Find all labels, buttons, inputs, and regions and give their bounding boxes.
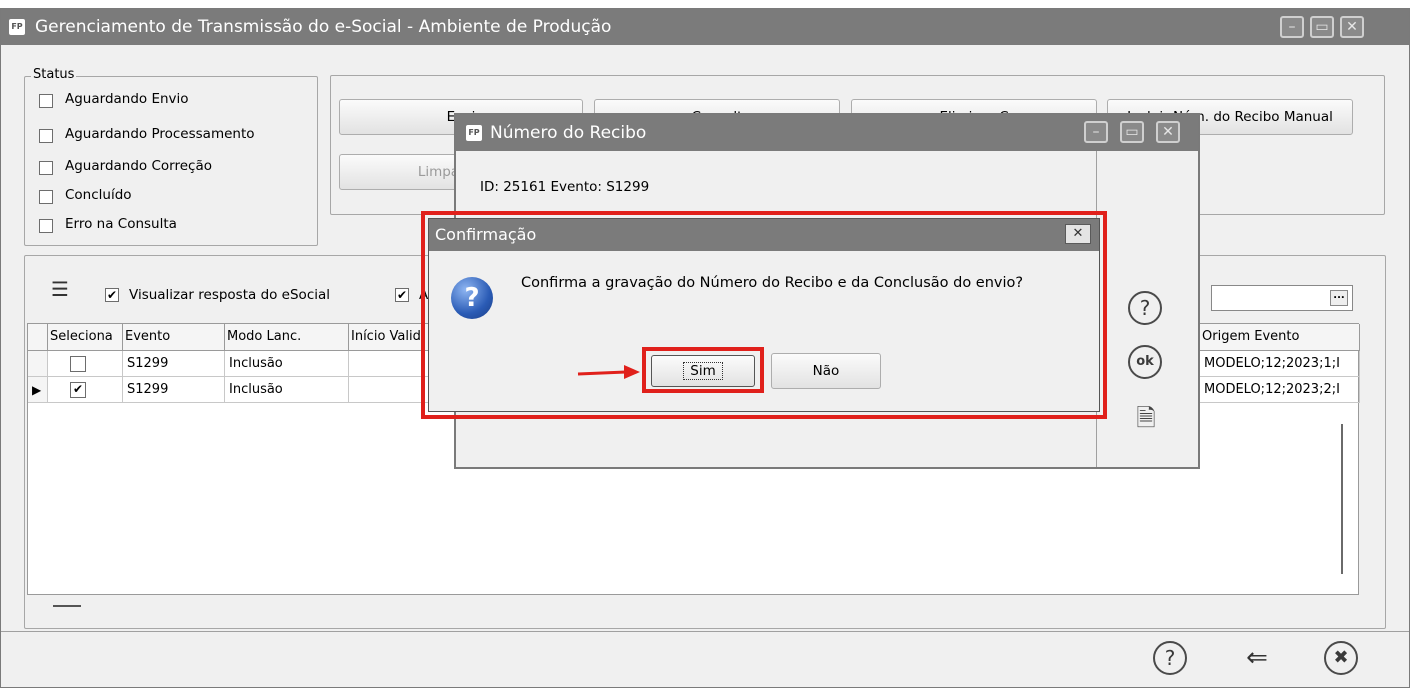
col-header-seleciona[interactable]: Seleciona <box>48 324 123 351</box>
maximize-button[interactable]: ▭ <box>1120 121 1144 143</box>
minimize-button[interactable]: – <box>1084 121 1108 143</box>
help-icon[interactable]: ? <box>1153 641 1187 675</box>
recibo-info: ID: 25161 Evento: S1299 <box>480 179 650 195</box>
exit-icon[interactable]: ✖ <box>1324 641 1358 675</box>
col-header-modo-lanc[interactable]: Modo Lanc. <box>225 324 349 351</box>
row-indicator <box>28 351 48 377</box>
table-cell-modo: Inclusão <box>225 351 349 377</box>
table-cell-origem: MODELO;12;2023;1;I <box>1200 351 1360 377</box>
table-cell-modo: Inclusão <box>225 377 349 403</box>
close-button[interactable]: ✕ <box>1156 121 1180 143</box>
status-legend: Status <box>31 67 77 82</box>
table-row-select-cell[interactable]: ✔ <box>48 377 123 403</box>
filter-combo[interactable]: ... <box>1211 285 1353 311</box>
window-title: Gerenciamento de Transmissão do e-Social… <box>35 17 612 37</box>
checkbox[interactable] <box>39 94 53 108</box>
back-arrow-icon[interactable]: ⇐ <box>1237 641 1277 675</box>
sim-highlight-box <box>642 347 764 393</box>
col-header-inicio-validade[interactable]: Início Valid <box>349 324 429 351</box>
checkbox[interactable] <box>39 129 53 143</box>
main-title-bar[interactable]: FP Gerenciamento de Transmissão do e-Soc… <box>1 9 1409 45</box>
select-all-icon[interactable]: ☰ <box>51 279 77 301</box>
table-cell-inicio <box>349 377 429 403</box>
current-row-indicator-icon: ▶ <box>28 377 48 403</box>
checkbox[interactable] <box>39 219 53 233</box>
table-cell-inicio <box>349 351 429 377</box>
col-header-evento[interactable]: Evento <box>123 324 225 351</box>
checkbox[interactable] <box>39 190 53 204</box>
app-icon: FP <box>9 19 25 35</box>
table-cell-origem: MODELO;12;2023;2;I <box>1200 377 1360 403</box>
app-icon: FP <box>466 125 482 141</box>
ok-icon[interactable]: ok <box>1128 345 1162 379</box>
grid-scrollbar[interactable] <box>1341 424 1343 574</box>
red-arrow-icon <box>577 365 640 379</box>
checkbox[interactable] <box>39 161 53 175</box>
help-icon[interactable]: ? <box>1128 291 1162 325</box>
checkbox[interactable]: ✔ <box>395 288 409 302</box>
col-header-origem-evento[interactable]: Origem Evento <box>1200 324 1360 351</box>
recibo-title: Número do Recibo <box>490 123 647 143</box>
checkbox[interactable]: ✔ <box>105 288 119 302</box>
row-select-checkbox[interactable]: ✔ <box>70 382 86 398</box>
table-row-select-cell[interactable] <box>48 351 123 377</box>
minimize-button[interactable]: – <box>1280 16 1304 38</box>
close-button[interactable]: ✕ <box>1340 16 1364 38</box>
confirm-highlight-box <box>421 211 1107 419</box>
row-select-checkbox[interactable] <box>70 356 86 372</box>
bottom-divider <box>1 631 1409 632</box>
grid-hscroll-handle[interactable] <box>53 605 81 607</box>
cancel-document-icon[interactable]: 🗎 <box>1132 401 1160 435</box>
maximize-button[interactable]: ▭ <box>1310 16 1334 38</box>
table-cell-evento: S1299 <box>123 377 225 403</box>
recibo-title-bar[interactable]: FP Número do Recibo – ▭ ✕ <box>456 115 1198 151</box>
table-cell-evento: S1299 <box>123 351 225 377</box>
ellipsis-button[interactable]: ... <box>1330 290 1348 306</box>
